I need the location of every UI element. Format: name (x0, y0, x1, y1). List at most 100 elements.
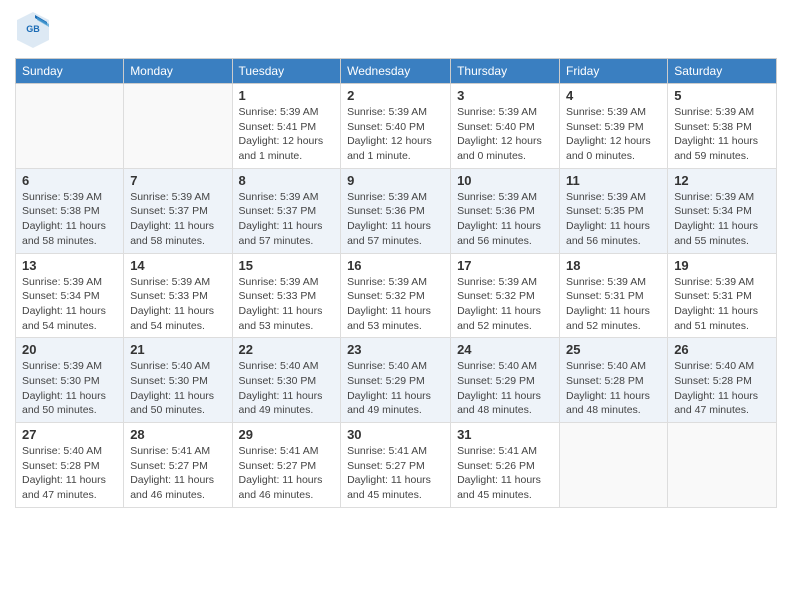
day-number: 10 (457, 173, 553, 188)
day-number: 28 (130, 427, 225, 442)
day-number: 6 (22, 173, 117, 188)
day-number: 24 (457, 342, 553, 357)
calendar-cell: 25 Sunrise: 5:40 AM Sunset: 5:28 PM Dayli… (560, 338, 668, 423)
day-info: Sunrise: 5:39 AM Sunset: 5:31 PM Dayligh… (566, 275, 661, 334)
day-number: 25 (566, 342, 661, 357)
day-info: Sunrise: 5:41 AM Sunset: 5:27 PM Dayligh… (130, 444, 225, 503)
day-info: Sunrise: 5:40 AM Sunset: 5:29 PM Dayligh… (457, 359, 553, 418)
day-info: Sunrise: 5:41 AM Sunset: 5:27 PM Dayligh… (239, 444, 335, 503)
day-info: Sunrise: 5:40 AM Sunset: 5:28 PM Dayligh… (674, 359, 770, 418)
day-number: 16 (347, 258, 444, 273)
calendar-cell: 15 Sunrise: 5:39 AM Sunset: 5:33 PM Dayli… (232, 253, 341, 338)
day-number: 23 (347, 342, 444, 357)
calendar-cell: 12Sunrise: 5:39 AM Sunset: 5:34 PM Dayli… (668, 168, 777, 253)
calendar-cell: 23 Sunrise: 5:40 AM Sunset: 5:29 PM Dayli… (341, 338, 451, 423)
day-info: Sunrise: 5:39 AM Sunset: 5:30 PM Dayligh… (22, 359, 117, 418)
page-header: GB (15, 10, 777, 50)
day-info: Sunrise: 5:39 AM Sunset: 5:39 PM Dayligh… (566, 105, 661, 164)
day-info: Sunrise: 5:40 AM Sunset: 5:30 PM Dayligh… (130, 359, 225, 418)
day-info: Sunrise: 5:39 AM Sunset: 5:38 PM Dayligh… (22, 190, 117, 249)
calendar-cell: 17 Sunrise: 5:39 AM Sunset: 5:32 PM Dayli… (451, 253, 560, 338)
calendar-week-row: 1Sunrise: 5:39 AM Sunset: 5:41 PM Daylig… (16, 84, 777, 169)
calendar-cell: 11Sunrise: 5:39 AM Sunset: 5:35 PM Dayli… (560, 168, 668, 253)
day-info: Sunrise: 5:40 AM Sunset: 5:29 PM Dayligh… (347, 359, 444, 418)
day-info: Sunrise: 5:39 AM Sunset: 5:32 PM Dayligh… (457, 275, 553, 334)
calendar-cell: 4 Sunrise: 5:39 AM Sunset: 5:39 PM Daylig… (560, 84, 668, 169)
day-number: 26 (674, 342, 770, 357)
day-info: Sunrise: 5:41 AM Sunset: 5:26 PM Dayligh… (457, 444, 553, 503)
day-of-week-header: Wednesday (341, 59, 451, 84)
calendar-cell: 29Sunrise: 5:41 AM Sunset: 5:27 PM Dayli… (232, 423, 341, 508)
day-number: 1 (239, 88, 335, 103)
day-number: 31 (457, 427, 553, 442)
calendar-cell: 26 Sunrise: 5:40 AM Sunset: 5:28 PM Dayli… (668, 338, 777, 423)
calendar-table: SundayMondayTuesdayWednesdayThursdayFrid… (15, 58, 777, 508)
day-info: Sunrise: 5:40 AM Sunset: 5:28 PM Dayligh… (566, 359, 661, 418)
calendar-cell: 24 Sunrise: 5:40 AM Sunset: 5:29 PM Dayli… (451, 338, 560, 423)
calendar-cell: 22 Sunrise: 5:40 AM Sunset: 5:30 PM Dayli… (232, 338, 341, 423)
day-info: Sunrise: 5:39 AM Sunset: 5:32 PM Dayligh… (347, 275, 444, 334)
day-number: 15 (239, 258, 335, 273)
day-info: Sunrise: 5:39 AM Sunset: 5:40 PM Dayligh… (457, 105, 553, 164)
day-of-week-header: Saturday (668, 59, 777, 84)
day-number: 27 (22, 427, 117, 442)
day-number: 30 (347, 427, 444, 442)
calendar-cell: 20Sunrise: 5:39 AM Sunset: 5:30 PM Dayli… (16, 338, 124, 423)
calendar-week-row: 27 Sunrise: 5:40 AM Sunset: 5:28 PM Dayli… (16, 423, 777, 508)
day-info: Sunrise: 5:39 AM Sunset: 5:37 PM Dayligh… (130, 190, 225, 249)
day-number: 14 (130, 258, 225, 273)
day-of-week-header: Sunday (16, 59, 124, 84)
calendar-cell: 3 Sunrise: 5:39 AM Sunset: 5:40 PM Daylig… (451, 84, 560, 169)
day-info: Sunrise: 5:39 AM Sunset: 5:36 PM Dayligh… (347, 190, 444, 249)
day-info: Sunrise: 5:39 AM Sunset: 5:31 PM Dayligh… (674, 275, 770, 334)
calendar-header-row: SundayMondayTuesdayWednesdayThursdayFrid… (16, 59, 777, 84)
day-of-week-header: Friday (560, 59, 668, 84)
calendar-cell: 10 Sunrise: 5:39 AM Sunset: 5:36 PM Dayli… (451, 168, 560, 253)
day-info: Sunrise: 5:39 AM Sunset: 5:40 PM Dayligh… (347, 105, 444, 164)
calendar-week-row: 20Sunrise: 5:39 AM Sunset: 5:30 PM Dayli… (16, 338, 777, 423)
day-number: 3 (457, 88, 553, 103)
day-info: Sunrise: 5:40 AM Sunset: 5:30 PM Dayligh… (239, 359, 335, 418)
calendar-cell (668, 423, 777, 508)
calendar-cell: 14 Sunrise: 5:39 AM Sunset: 5:33 PM Dayli… (124, 253, 232, 338)
day-number: 5 (674, 88, 770, 103)
calendar-cell: 6 Sunrise: 5:39 AM Sunset: 5:38 PM Daylig… (16, 168, 124, 253)
day-info: Sunrise: 5:40 AM Sunset: 5:28 PM Dayligh… (22, 444, 117, 503)
day-info: Sunrise: 5:39 AM Sunset: 5:37 PM Dayligh… (239, 190, 335, 249)
day-number: 19 (674, 258, 770, 273)
calendar-cell: 9Sunrise: 5:39 AM Sunset: 5:36 PM Daylig… (341, 168, 451, 253)
calendar-cell: 2Sunrise: 5:39 AM Sunset: 5:40 PM Daylig… (341, 84, 451, 169)
calendar-cell: 30Sunrise: 5:41 AM Sunset: 5:27 PM Dayli… (341, 423, 451, 508)
day-number: 8 (239, 173, 335, 188)
calendar-week-row: 13 Sunrise: 5:39 AM Sunset: 5:34 PM Dayli… (16, 253, 777, 338)
calendar-week-row: 6 Sunrise: 5:39 AM Sunset: 5:38 PM Daylig… (16, 168, 777, 253)
calendar-cell (124, 84, 232, 169)
day-info: Sunrise: 5:39 AM Sunset: 5:34 PM Dayligh… (22, 275, 117, 334)
calendar-cell: 18 Sunrise: 5:39 AM Sunset: 5:31 PM Dayli… (560, 253, 668, 338)
day-info: Sunrise: 5:39 AM Sunset: 5:33 PM Dayligh… (239, 275, 335, 334)
calendar-cell: 31 Sunrise: 5:41 AM Sunset: 5:26 PM Dayli… (451, 423, 560, 508)
day-number: 11 (566, 173, 661, 188)
day-number: 22 (239, 342, 335, 357)
day-number: 4 (566, 88, 661, 103)
day-number: 13 (22, 258, 117, 273)
day-number: 18 (566, 258, 661, 273)
day-of-week-header: Thursday (451, 59, 560, 84)
calendar-cell: 16 Sunrise: 5:39 AM Sunset: 5:32 PM Dayli… (341, 253, 451, 338)
calendar-cell: 19 Sunrise: 5:39 AM Sunset: 5:31 PM Dayli… (668, 253, 777, 338)
logo-icon: GB (15, 10, 51, 50)
calendar-cell: 28 Sunrise: 5:41 AM Sunset: 5:27 PM Dayli… (124, 423, 232, 508)
calendar-cell: 5Sunrise: 5:39 AM Sunset: 5:38 PM Daylig… (668, 84, 777, 169)
calendar-cell: 1Sunrise: 5:39 AM Sunset: 5:41 PM Daylig… (232, 84, 341, 169)
day-number: 12 (674, 173, 770, 188)
day-info: Sunrise: 5:39 AM Sunset: 5:36 PM Dayligh… (457, 190, 553, 249)
day-info: Sunrise: 5:39 AM Sunset: 5:33 PM Dayligh… (130, 275, 225, 334)
calendar-cell: 13 Sunrise: 5:39 AM Sunset: 5:34 PM Dayli… (16, 253, 124, 338)
calendar-cell (16, 84, 124, 169)
day-number: 7 (130, 173, 225, 188)
calendar-cell: 21 Sunrise: 5:40 AM Sunset: 5:30 PM Dayli… (124, 338, 232, 423)
day-number: 17 (457, 258, 553, 273)
day-number: 21 (130, 342, 225, 357)
calendar-cell: 27 Sunrise: 5:40 AM Sunset: 5:28 PM Dayli… (16, 423, 124, 508)
logo: GB (15, 10, 53, 50)
